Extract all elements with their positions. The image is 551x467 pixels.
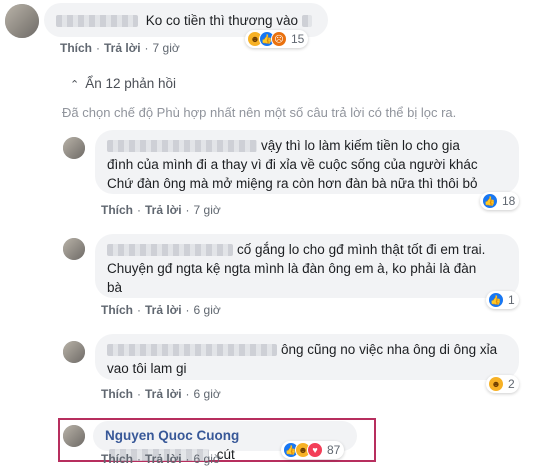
reply-line: ông cũng no việc nha ông di ông xỉa [281, 342, 498, 357]
reply-link[interactable]: Trả lời [104, 41, 141, 55]
timestamp[interactable]: 6 giờ [194, 303, 221, 317]
like-link[interactable]: Thích [101, 387, 133, 401]
reply-line: vậy thì lo làm kiếm tiền lo cho gia [261, 138, 460, 153]
timestamp[interactable]: 7 giờ [153, 41, 180, 55]
blurred-name [107, 140, 257, 153]
avatar[interactable] [5, 4, 39, 38]
toggle-label: Ẩn 12 phản hồi [85, 76, 177, 91]
haha-icon: ☻ [488, 376, 504, 392]
hide-replies-toggle[interactable]: ⌃ Ẩn 12 phản hồi [70, 76, 176, 91]
reply-line: Chứ đàn ông mà mở miệng ra còn hơn đàn b… [107, 176, 478, 191]
avatar[interactable] [63, 238, 85, 260]
avatar[interactable] [63, 137, 85, 159]
like-icon: 👍 [482, 193, 498, 209]
reply-bubble: vậy thì lo làm kiếm tiền lo cho gia đình… [95, 130, 519, 194]
blurred-text [301, 15, 312, 28]
commenter-name[interactable]: Nguyen Quoc Cuong [105, 428, 239, 443]
reply-link[interactable]: Trả lời [145, 387, 182, 401]
reply-line: cố gắng lo cho gđ mình thật tốt đi em tr… [237, 242, 486, 257]
timestamp[interactable]: 6 giờ [194, 387, 221, 401]
timestamp[interactable]: 7 giờ [194, 203, 221, 217]
avatar[interactable] [63, 425, 85, 447]
like-link[interactable]: Thích [101, 303, 133, 317]
comment-text: Ko co tiền thì thương vào [145, 13, 298, 28]
comment-actions: Thích · Trả lời · 7 giờ [60, 41, 180, 55]
timestamp[interactable]: 6 giờ [194, 452, 221, 466]
reply-bubble: cố gắng lo cho gđ mình thật tốt đi em tr… [95, 234, 519, 298]
reaction-summary[interactable]: ☻ 2 [486, 375, 519, 393]
reply-line: đình của mình đi a thay vì đi xỉa về cuộ… [107, 157, 478, 172]
reply-bubble: ông cũng no việc nha ông di ông xỉa vao … [95, 334, 519, 380]
blurred-name [56, 15, 138, 28]
reply-actions: Thích · Trả lời · 6 giờ [101, 303, 221, 317]
chevron-up-icon: ⌃ [70, 79, 80, 91]
reply-link[interactable]: Trả lời [145, 303, 182, 317]
blurred-name [107, 344, 277, 357]
reply-actions: Thích · Trả lời · 7 giờ [101, 203, 221, 217]
reaction-count: 15 [291, 32, 305, 46]
reply-actions: Thích · Trả lời · 6 giờ [101, 387, 221, 401]
reply-line: vao tôi lam gi [107, 361, 187, 376]
love-icon: ♥ [307, 442, 323, 458]
reaction-summary[interactable]: 👍 18 [480, 192, 520, 210]
like-icon: 👍 [488, 292, 504, 308]
blurred-name [107, 244, 233, 257]
reply-link[interactable]: Trả lời [145, 203, 182, 217]
reply-link[interactable]: Trả lời [145, 452, 182, 466]
reply-line: Chuyện gđ ngta kệ ngta mình là đàn ông e… [107, 261, 477, 276]
like-link[interactable]: Thích [101, 203, 133, 217]
reaction-count: 18 [502, 194, 516, 208]
like-link[interactable]: Thích [101, 452, 133, 466]
filter-note: Đã chọn chế độ Phù hợp nhất nên một số c… [62, 105, 457, 120]
angry-icon: ☹ [271, 31, 287, 47]
reaction-count: 2 [508, 377, 515, 391]
reaction-summary[interactable]: 👍 ☻ ♥ 87 [281, 441, 345, 459]
reply-actions: Thích · Trả lời · 6 giờ [101, 452, 221, 466]
reaction-count: 1 [508, 293, 515, 307]
avatar[interactable] [63, 341, 85, 363]
reaction-count: 87 [327, 443, 341, 457]
reaction-summary[interactable]: 👍 1 [486, 291, 519, 309]
reply-line: bà [107, 280, 123, 295]
reaction-summary[interactable]: ☻ 👍 ☹ 15 [245, 30, 309, 48]
like-link[interactable]: Thích [60, 41, 92, 55]
